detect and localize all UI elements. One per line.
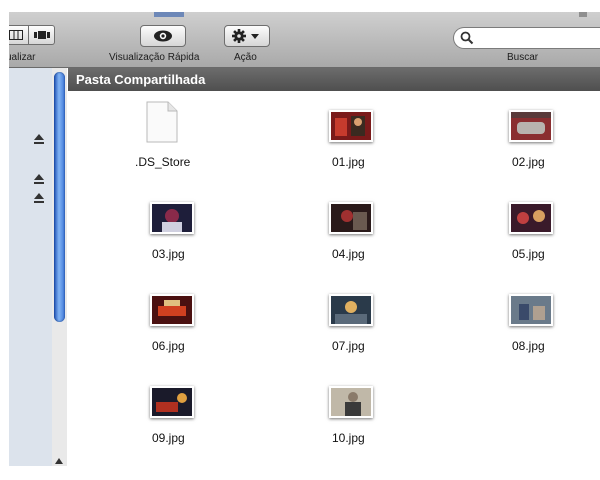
file-icon-grid: .DS_Store 01.jpg 02.jpg 03.jpg 04.jpg 05… bbox=[68, 91, 600, 466]
columns-view-button[interactable] bbox=[9, 25, 29, 45]
eject-icon[interactable] bbox=[34, 174, 44, 184]
file-name: 07.jpg bbox=[332, 339, 365, 353]
photo-thumbnail bbox=[329, 110, 373, 142]
file-name: 04.jpg bbox=[332, 247, 365, 261]
folder-title: Pasta Compartilhada bbox=[76, 72, 206, 87]
photo-thumbnail bbox=[150, 294, 194, 326]
search-icon bbox=[460, 31, 474, 45]
photo-thumbnail bbox=[150, 202, 194, 234]
eject-icon[interactable] bbox=[34, 134, 44, 144]
eye-icon bbox=[154, 30, 172, 42]
file-name: 06.jpg bbox=[152, 339, 185, 353]
file-name: 03.jpg bbox=[152, 247, 185, 261]
finder-window: ualizar Visualização Rápida bbox=[9, 12, 600, 466]
photo-thumbnail bbox=[150, 386, 194, 418]
view-label: ualizar bbox=[9, 52, 36, 63]
toolbar-top-mark-right bbox=[579, 12, 587, 17]
action-label: Ação bbox=[234, 52, 257, 63]
photo-thumbnail bbox=[509, 202, 553, 234]
sidebar-scrollbar[interactable] bbox=[52, 68, 67, 466]
search-label: Buscar bbox=[507, 52, 539, 63]
quick-look-label: Visualização Rápida bbox=[109, 52, 200, 63]
gear-icon bbox=[232, 29, 259, 43]
photo-thumbnail bbox=[509, 294, 553, 326]
file-name: 05.jpg bbox=[512, 247, 545, 261]
view-segmented-control bbox=[9, 25, 55, 45]
quick-look-button[interactable] bbox=[140, 25, 186, 47]
file-name: 08.jpg bbox=[512, 339, 545, 353]
file-name: 10.jpg bbox=[332, 431, 365, 445]
scroll-up-arrow-icon[interactable] bbox=[54, 457, 64, 465]
search-field[interactable] bbox=[453, 27, 600, 49]
toolbar-top-mark bbox=[154, 12, 184, 17]
action-menu-button[interactable] bbox=[224, 25, 270, 47]
photo-thumbnail bbox=[509, 110, 553, 142]
photo-thumbnail bbox=[329, 294, 373, 326]
document-icon bbox=[146, 101, 178, 143]
file-name: 02.jpg bbox=[512, 155, 545, 169]
file-name: 01.jpg bbox=[332, 155, 365, 169]
scrollbar-thumb[interactable] bbox=[54, 72, 65, 322]
photo-thumbnail bbox=[329, 202, 373, 234]
photo-thumbnail bbox=[329, 386, 373, 418]
eject-icon[interactable] bbox=[34, 193, 44, 203]
file-name: 09.jpg bbox=[152, 431, 185, 445]
toolbar: ualizar Visualização Rápida bbox=[9, 12, 600, 68]
path-bar: Pasta Compartilhada bbox=[68, 68, 600, 91]
coverflow-view-icon bbox=[33, 31, 50, 39]
coverflow-view-button[interactable] bbox=[29, 25, 55, 45]
columns-view-icon bbox=[9, 30, 23, 40]
file-name: .DS_Store bbox=[135, 155, 191, 169]
